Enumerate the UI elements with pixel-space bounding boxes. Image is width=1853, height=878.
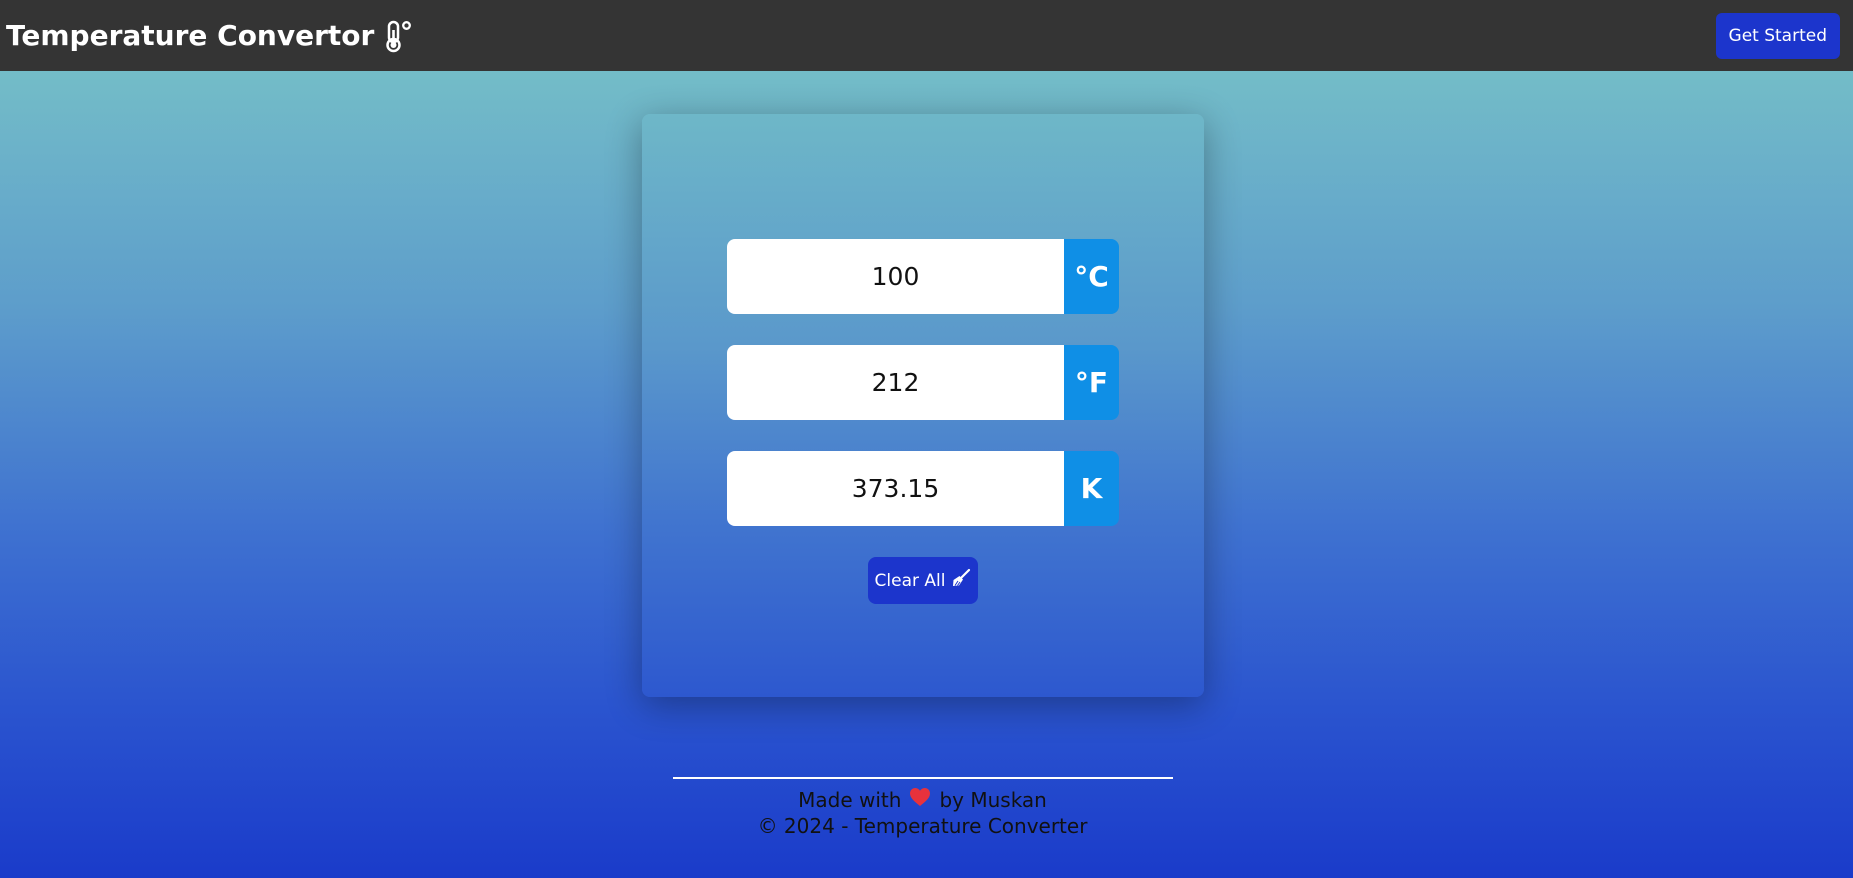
kelvin-unit-label: K bbox=[1064, 451, 1119, 526]
kelvin-input[interactable] bbox=[727, 451, 1064, 526]
fahrenheit-unit-label: °F bbox=[1064, 345, 1119, 420]
fahrenheit-row: °F bbox=[727, 345, 1119, 420]
footer-made-prefix: Made with bbox=[798, 787, 902, 812]
clear-all-label: Clear All bbox=[874, 570, 946, 591]
footer-divider bbox=[673, 777, 1173, 779]
footer-credit: Made with by Muskan bbox=[0, 787, 1845, 812]
celsius-input[interactable] bbox=[727, 239, 1064, 314]
navbar: Temperature Convertor Get Started bbox=[0, 0, 1853, 71]
broom-icon bbox=[951, 568, 971, 593]
brand-title: Temperature Convertor bbox=[6, 19, 375, 52]
celsius-row: °C bbox=[727, 239, 1119, 314]
celsius-unit-label: °C bbox=[1064, 239, 1119, 314]
converter-card: °C °F K Clear All bbox=[642, 114, 1204, 697]
brand: Temperature Convertor bbox=[6, 19, 414, 53]
kelvin-row: K bbox=[727, 451, 1119, 526]
footer-made-suffix: by Muskan bbox=[939, 787, 1047, 812]
fahrenheit-input[interactable] bbox=[727, 345, 1064, 420]
get-started-button[interactable]: Get Started bbox=[1715, 12, 1840, 59]
footer-copyright: © 2024 - Temperature Converter bbox=[757, 814, 1088, 838]
clear-all-button[interactable]: Clear All bbox=[868, 557, 978, 604]
thermometer-icon bbox=[384, 19, 414, 53]
heart-icon bbox=[909, 787, 931, 812]
